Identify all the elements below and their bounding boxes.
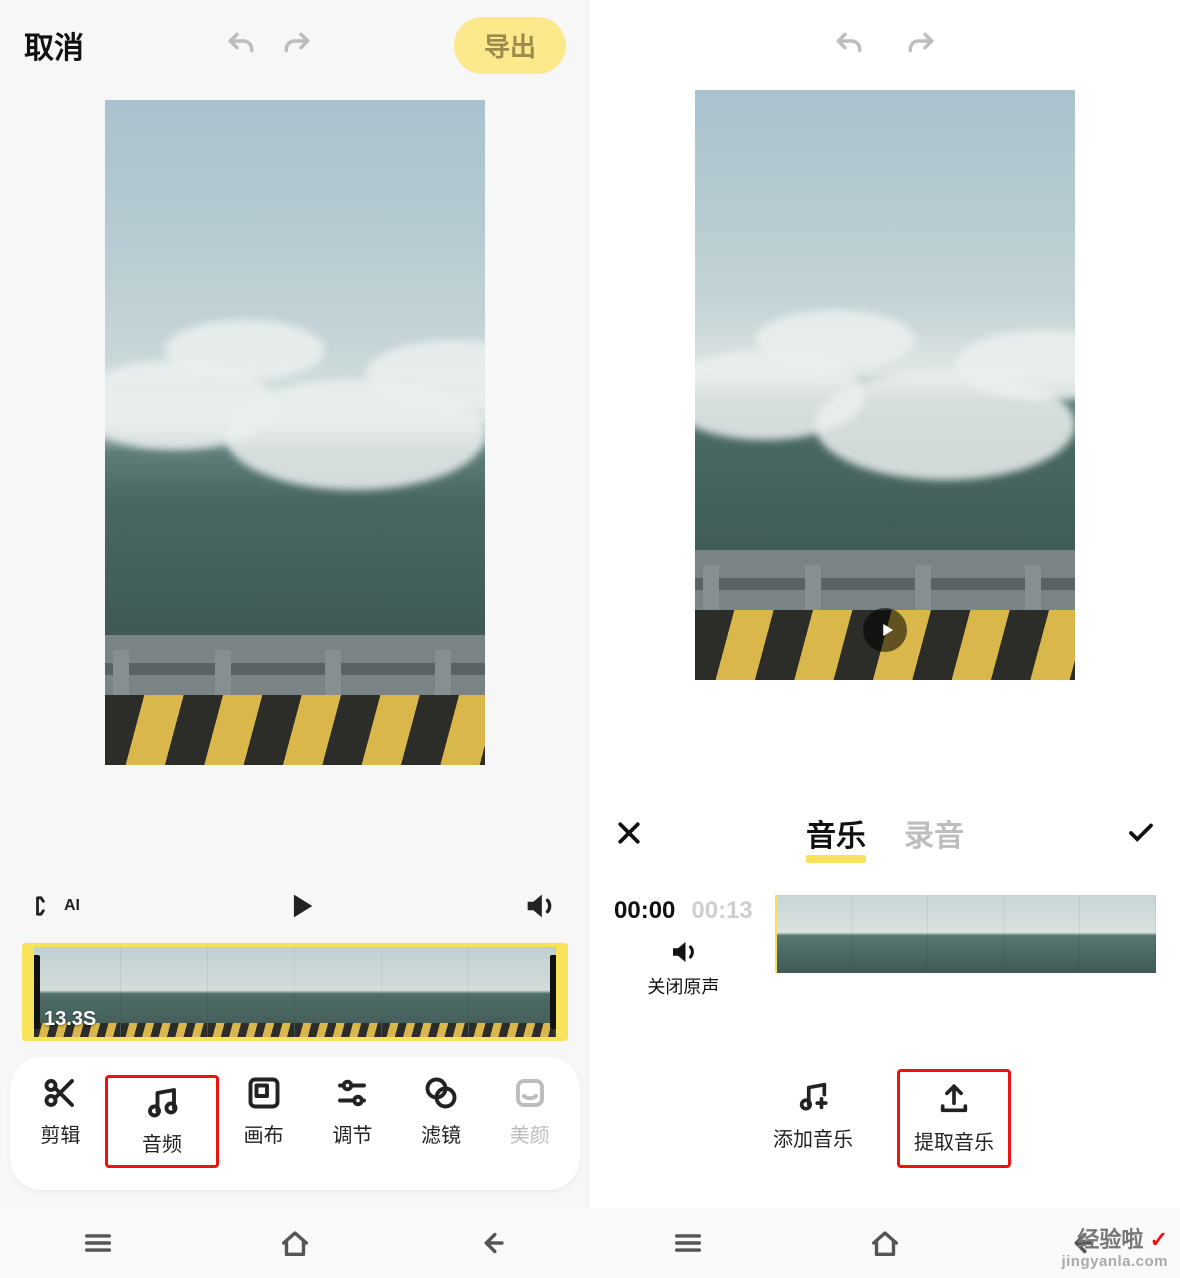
preview-area: [0, 90, 590, 871]
close-icon[interactable]: [614, 818, 644, 848]
redo-icon[interactable]: [905, 29, 937, 61]
canvas-icon: [246, 1075, 282, 1111]
play-icon[interactable]: [284, 889, 318, 923]
audio-panel: 音乐 录音 00:00 00:13 关闭原声: [590, 785, 1180, 1208]
upload-icon: [937, 1082, 971, 1116]
play-overlay-icon[interactable]: [863, 608, 907, 652]
video-preview[interactable]: [105, 100, 485, 765]
music-note-icon: [144, 1084, 180, 1120]
timeline[interactable]: 13.3S: [22, 943, 568, 1041]
undo-icon[interactable]: [833, 29, 865, 61]
sliders-icon: [334, 1075, 370, 1111]
music-plus-icon: [796, 1079, 830, 1113]
volume-icon[interactable]: [522, 889, 556, 923]
back-icon[interactable]: [475, 1226, 509, 1260]
add-music-button[interactable]: 添加音乐: [759, 1069, 867, 1168]
editor-right-pane: 音乐 录音 00:00 00:13 关闭原声: [590, 0, 1180, 1278]
menu-icon[interactable]: [671, 1226, 705, 1260]
home-icon[interactable]: [868, 1226, 902, 1260]
export-button[interactable]: 导出: [454, 17, 566, 74]
scissors-icon: [42, 1075, 78, 1111]
mute-original-button[interactable]: 关闭原声: [614, 937, 753, 999]
trim-handle-right[interactable]: [550, 955, 558, 1029]
ai-icon[interactable]: AI: [34, 892, 80, 920]
menu-icon[interactable]: [81, 1226, 115, 1260]
audio-timeline-row: 00:00 00:13 关闭原声: [614, 895, 1156, 999]
tool-audio[interactable]: 音频: [105, 1075, 220, 1168]
tool-canvas[interactable]: 画布: [219, 1075, 308, 1168]
trim-handle-left[interactable]: [32, 955, 40, 1029]
preview-area: [590, 90, 1180, 785]
volume-icon: [668, 937, 698, 967]
editor-left-pane: 取消 导出 AI 13: [0, 0, 590, 1278]
panel-tabs: 音乐 录音: [806, 811, 964, 855]
watermark: 经验啦 ✓ jingyanla.com: [1061, 1227, 1168, 1270]
tool-tray: 剪辑 音频 画布 调节 滤镜 美颜: [10, 1057, 580, 1190]
clip-duration: 13.3S: [44, 1008, 96, 1031]
topbar: [590, 0, 1180, 90]
redo-icon[interactable]: [281, 29, 313, 61]
topbar: 取消 导出: [0, 0, 590, 90]
extract-music-button[interactable]: 提取音乐: [897, 1069, 1011, 1168]
undo-icon[interactable]: [225, 29, 257, 61]
tab-music[interactable]: 音乐: [806, 811, 866, 855]
system-navbar: [0, 1208, 590, 1278]
transport-row: AI: [0, 871, 590, 933]
time-current: 00:00: [614, 897, 675, 925]
tool-filter[interactable]: 滤镜: [397, 1075, 486, 1168]
confirm-icon[interactable]: [1126, 818, 1156, 848]
tool-adjust[interactable]: 调节: [308, 1075, 397, 1168]
audio-thumbnails[interactable]: [775, 895, 1156, 973]
beauty-icon: [512, 1075, 548, 1111]
tool-edit[interactable]: 剪辑: [16, 1075, 105, 1168]
audio-actions: 添加音乐 提取音乐: [614, 999, 1156, 1208]
filter-icon: [423, 1075, 459, 1111]
tab-record[interactable]: 录音: [904, 811, 964, 855]
cancel-button[interactable]: 取消: [24, 23, 84, 67]
video-preview[interactable]: [695, 90, 1075, 680]
time-total: 00:13: [691, 897, 752, 925]
home-icon[interactable]: [278, 1226, 312, 1260]
tool-beauty[interactable]: 美颜: [485, 1075, 574, 1168]
